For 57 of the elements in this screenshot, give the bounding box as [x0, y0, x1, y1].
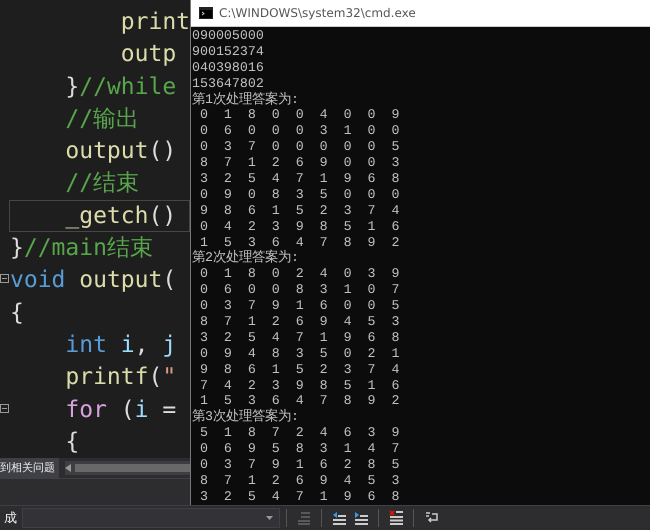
- console-line: 0 4 2 3 9 8 5 1 6: [198, 218, 400, 235]
- console-line: 3 2 5 4 7 1 9 6 8: [198, 488, 400, 505]
- code-line: }//while: [64, 72, 178, 102]
- horizontal-scrollbar[interactable]: [65, 461, 190, 475]
- console-line: 第1次处理答案为:: [191, 92, 300, 108]
- code-line: int i, j: [64, 330, 178, 360]
- console-line: 8 7 1 2 6 9 4 5 3: [198, 314, 400, 330]
- code-line: outp: [120, 40, 178, 70]
- console-line: 9 8 6 1 5 2 3 7 4: [198, 202, 400, 219]
- code-line: output(): [64, 137, 178, 166]
- code-line: //输出: [64, 104, 140, 134]
- caret-icon: [266, 516, 273, 520]
- console-line: 0 1 8 0 2 4 0 3 9: [198, 266, 400, 282]
- code-line: {: [64, 428, 80, 457]
- collapse-icon[interactable]: [0, 274, 9, 284]
- indent-icon: [354, 510, 368, 525]
- console-line: 0 3 7 9 1 6 0 0 5: [198, 298, 400, 314]
- console-line: 3 2 5 4 7 1 9 6 8: [198, 330, 400, 346]
- code-line: printf(": [64, 363, 178, 392]
- console-line: 0 1 8 0 0 4 0 0 9: [198, 107, 400, 124]
- console-line: 0 9 0 8 3 5 0 0 0: [198, 186, 400, 203]
- lines-icon: [297, 510, 311, 525]
- console-line: 0 6 0 0 0 3 1 0 0: [198, 123, 400, 140]
- console-line: 9 8 6 1 5 2 3 7 4: [198, 362, 400, 378]
- console-line: 7 4 2 3 9 8 5 1 6: [198, 378, 400, 394]
- console-line: 0 3 7 0 0 0 0 0 5: [198, 139, 400, 156]
- collapse-icon[interactable]: [0, 404, 9, 413]
- status-text: 成: [3, 510, 18, 527]
- console-line: 0 9 4 8 3 5 0 2 1: [198, 346, 400, 362]
- console-line: 1 5 3 6 4 7 8 9 2: [198, 393, 400, 408]
- console-line: 0 6 9 5 8 3 1 4 7: [198, 441, 400, 458]
- console-line: 090005000: [191, 28, 265, 44]
- console-line: 第2次处理答案为:: [191, 250, 300, 266]
- code-line: //结束: [64, 169, 140, 198]
- console-line: 0 6 0 0 8 3 1 0 7: [198, 282, 400, 298]
- scroll-left-icon[interactable]: [65, 464, 71, 472]
- panel-tab[interactable]: 到相关问题: [0, 458, 59, 478]
- console-line: 900152374: [191, 44, 265, 60]
- code-line: {: [9, 298, 25, 328]
- console-line: 153647802: [191, 76, 265, 92]
- console-icon: [199, 7, 213, 19]
- code-line: print: [120, 8, 190, 37]
- console-line: 0 3 7 9 1 6 2 8 5: [198, 457, 400, 473]
- console-line: 3 2 5 4 7 1 9 6 8: [198, 171, 400, 187]
- console-line: 040398016: [191, 60, 265, 76]
- console-line: 8 7 1 2 6 9 0 0 3: [198, 155, 400, 172]
- console-line: 8 7 1 2 6 9 4 5 3: [198, 472, 400, 489]
- console-line: 5 1 8 7 2 4 6 3 9: [198, 425, 400, 442]
- window-title: C:\WINDOWS\system32\cmd.exe: [219, 6, 416, 20]
- word-wrap-icon: [424, 510, 438, 525]
- console-line: 第3次处理答案为:: [191, 409, 300, 426]
- console-line: 1 5 3 6 4 7 8 9 2: [198, 234, 400, 250]
- code-line: }//main结束: [9, 234, 154, 264]
- code-line: void output(: [9, 266, 178, 296]
- delete-lines-icon: [388, 510, 404, 526]
- outdent-icon: [332, 510, 346, 525]
- code-line: for (i =: [64, 396, 178, 425]
